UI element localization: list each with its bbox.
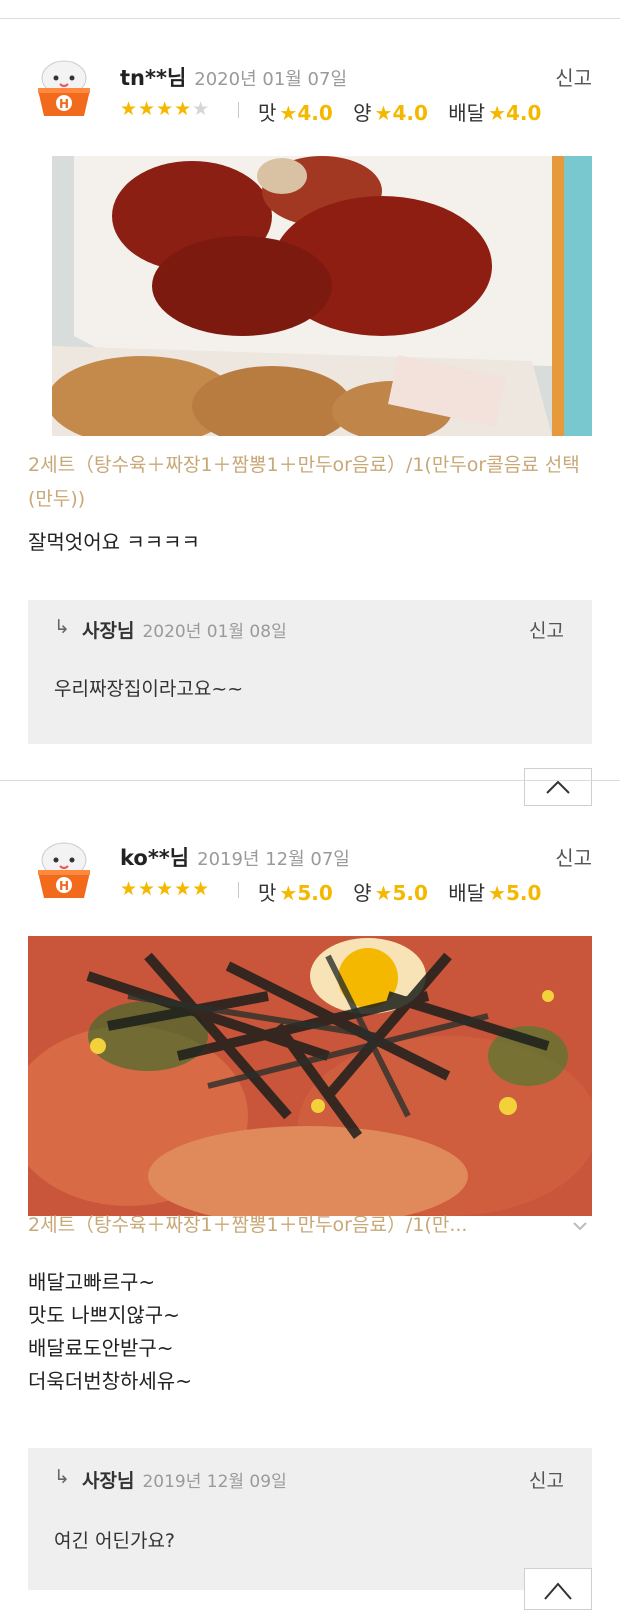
review-date: 2020년 01월 07일 — [194, 69, 348, 90]
review-comment: 배달고빠르구~ 맛도 나쁘지않구~ 배달료도안받구~ 더욱더번창하세유~ — [28, 1270, 192, 1393]
reply-report-button[interactable]: 신고 — [529, 616, 564, 643]
owner-name: 사장님 2019년 12월 09일 — [82, 1470, 287, 1492]
ordered-menu[interactable]: 2세트（탕수육＋짜장1＋짬뽕1＋만두or음료）/1(만... — [28, 1208, 588, 1242]
taste-label: 맛 — [258, 881, 277, 905]
scroll-top-button[interactable] — [524, 1568, 592, 1610]
owner-reply: ↳ 사장님 2020년 01월 08일 신고 우리짜장집이라고요~~ — [28, 600, 592, 744]
review-card: H ko**님 2019년 12월 07일 신고 ★★★★★ 맛 ★5.0 양 ★5.… — [0, 780, 620, 1610]
report-button[interactable]: 신고 — [555, 62, 592, 91]
mascot-icon: H — [38, 842, 90, 898]
quantity-label: 양 — [353, 881, 372, 905]
owner-reply: ↳ 사장님 2019년 12월 09일 신고 여긴 어딘가요? — [28, 1448, 592, 1590]
quantity-score: ★5.0 — [374, 881, 428, 905]
detail-scores: 맛 ★4.0 양 ★4.0 배달 ★4.0 — [258, 97, 555, 126]
review-date: 2019년 12월 07일 — [197, 849, 350, 870]
mascot-icon: H — [38, 60, 90, 116]
reply-arrow-icon: ↳ — [54, 1466, 70, 1488]
review-photo[interactable] — [28, 936, 592, 1216]
delivery-score: ★5.0 — [488, 881, 542, 905]
arrow-up-icon — [544, 1582, 572, 1600]
quantity-score: ★4.0 — [374, 101, 428, 125]
reply-report-button[interactable]: 신고 — [529, 1466, 564, 1493]
review-card: H tn**님 2020년 01월 07일 신고 ★★★★★ 맛 ★4.0 양 ★4.… — [0, 0, 620, 760]
separator — [238, 102, 239, 118]
taste-label: 맛 — [258, 101, 277, 125]
svg-text:H: H — [59, 879, 69, 893]
delivery-label: 배달 — [448, 101, 486, 125]
separator — [238, 882, 239, 898]
taste-score: ★4.0 — [279, 101, 333, 125]
star-rating: ★★★★★ — [120, 878, 211, 900]
owner-name: 사장님 2020년 01월 08일 — [82, 620, 287, 642]
star-rating: ★★★★★ — [120, 98, 211, 120]
reply-text: 우리짜장집이라고요~~ — [54, 678, 244, 700]
reply-date: 2020년 01월 08일 — [142, 622, 287, 642]
review-photo[interactable] — [52, 156, 592, 436]
delivery-label: 배달 — [448, 881, 486, 905]
quantity-label: 양 — [353, 101, 372, 125]
delivery-score: ★4.0 — [488, 101, 542, 125]
svg-text:H: H — [59, 97, 69, 111]
reviewer-name: tn**님 2020년 01월 07일 — [120, 66, 348, 90]
reply-text: 여긴 어딘가요? — [54, 1530, 176, 1552]
report-button[interactable]: 신고 — [555, 842, 592, 871]
detail-scores: 맛 ★5.0 양 ★5.0 배달 ★5.0 — [258, 877, 555, 906]
taste-score: ★5.0 — [279, 881, 333, 905]
chevron-down-icon[interactable] — [572, 1220, 588, 1232]
review-comment: 잘먹엇어요 ㅋㅋㅋㅋ — [28, 530, 200, 554]
ordered-menu: 2세트（탕수육＋짜장1＋짬뽕1＋만두or음료）/1(만두or콜음료 선택(만두)… — [28, 454, 580, 510]
reviewer-name: ko**님 2019년 12월 07일 — [120, 846, 350, 870]
reply-arrow-icon: ↳ — [54, 616, 70, 638]
reply-date: 2019년 12월 09일 — [142, 1472, 287, 1492]
